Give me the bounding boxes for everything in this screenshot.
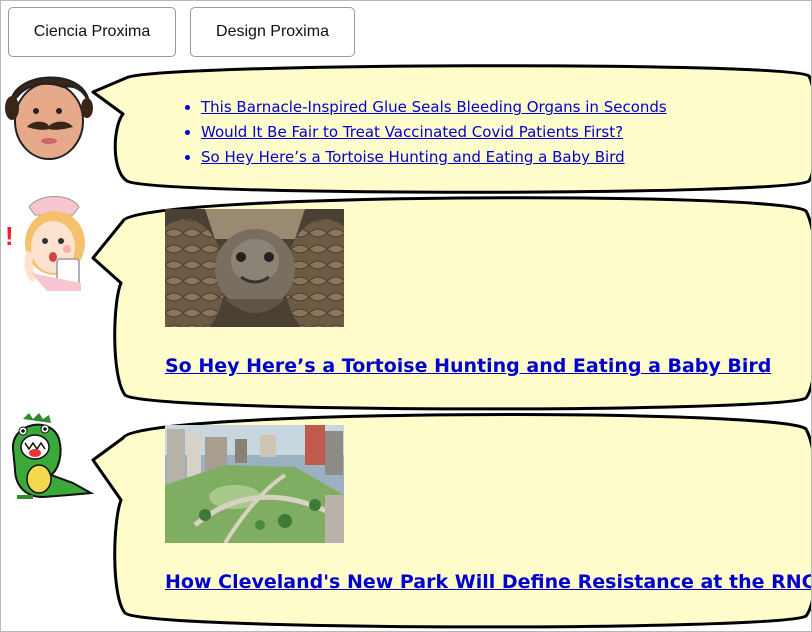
list-item: Would It Be Fair to Treat Vaccinated Cov… <box>201 120 667 145</box>
article-link[interactable]: This Barnacle-Inspired Glue Seals Bleedi… <box>201 98 667 116</box>
green-dinosaur-icon <box>11 413 95 499</box>
svg-text:!: ! <box>5 221 14 251</box>
tab-design-proxima[interactable]: Design Proxima <box>190 7 355 57</box>
city-park-aerial-photo[interactable] <box>165 425 344 543</box>
surprised-nurse-icon: ! <box>5 196 85 291</box>
article-headline[interactable]: How Cleveland's New Park Will Define Res… <box>165 571 811 593</box>
mustache-man-icon <box>5 76 93 160</box>
article-link[interactable]: Would It Be Fair to Treat Vaccinated Cov… <box>201 123 623 141</box>
list-item: This Barnacle-Inspired Glue Seals Bleedi… <box>201 95 667 120</box>
list-item: So Hey Here’s a Tortoise Hunting and Eat… <box>201 145 667 170</box>
article-link-list: This Barnacle-Inspired Glue Seals Bleedi… <box>181 95 667 170</box>
page-frame: Ciencia Proxima Design Proxima ! • This … <box>0 0 812 632</box>
tab-ciencia-proxima[interactable]: Ciencia Proxima <box>8 7 176 57</box>
article-link[interactable]: So Hey Here’s a Tortoise Hunting and Eat… <box>201 148 625 166</box>
article-headline[interactable]: So Hey Here’s a Tortoise Hunting and Eat… <box>165 355 771 377</box>
tortoise-photo[interactable] <box>165 209 344 327</box>
